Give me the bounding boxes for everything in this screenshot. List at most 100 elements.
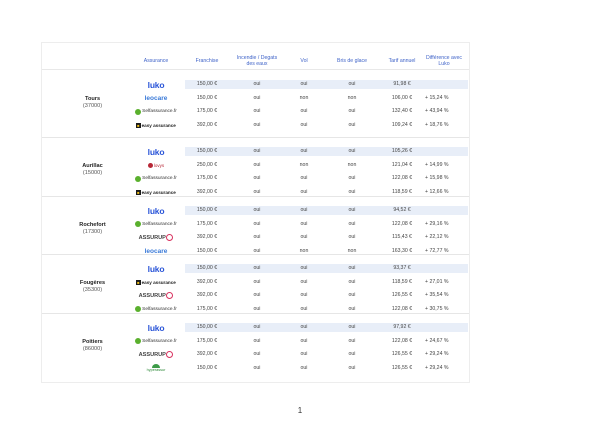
assurup-wordmark: ASSURUP [139, 351, 174, 358]
page-number: 1 [297, 406, 303, 415]
difference-cell: + 72,77 % [425, 247, 449, 254]
easyassurance-icon: ■ [136, 189, 141, 195]
franchise-cell: 150,00 € [196, 148, 218, 154]
vol-cell: oui [300, 108, 308, 114]
franchise-cell: 392,00 € [196, 234, 218, 240]
difference-cell: + 15,98 % [425, 175, 449, 181]
tarif-cell: 163,30 € [391, 247, 413, 254]
incendie-cell: oui [253, 351, 261, 357]
vol-cell: non [299, 161, 309, 168]
assurup-text: ASSURUP [138, 234, 166, 241]
hyperassur-wordmark: hyperassur [146, 364, 166, 372]
table-row: ASSURUP 392,00 € oui oui oui 126,55 € + 29,24 … [42, 348, 469, 361]
selfassurance-text: Selfassurance.fr [142, 338, 177, 344]
bris-cell: oui [348, 220, 356, 227]
tarif-cell: 91,98 € [393, 81, 411, 87]
difference-cell: + 27,01 % [425, 278, 449, 285]
tarif-cell: 122,08 € [391, 220, 413, 227]
easyassurance-text: easy assurance [141, 279, 176, 285]
hyperassur-logo: hyperassur [128, 362, 184, 375]
incendie-cell: oui [253, 175, 261, 181]
easyassurance-icon: ■ [136, 279, 141, 285]
header-tarif: Tarif annuel [388, 58, 416, 64]
tarif-cell: 115,43 € [392, 234, 412, 240]
table-row: Selfassurance.fr 175,00 € oui oui oui 122,08 … [42, 218, 469, 231]
vol-cell: oui [300, 337, 308, 344]
bris-cell: oui [348, 234, 356, 240]
tarif-cell: 122,08 € [391, 175, 413, 181]
tarif-cell: 126,55 € [391, 351, 413, 357]
easyassurance-wordmark: ■ easy assurance [136, 279, 176, 285]
difference-cell [425, 321, 463, 334]
incendie-cell: oui [253, 364, 261, 371]
franchise-cell: 175,00 € [196, 175, 218, 181]
tarif-cell: 126,55 € [391, 292, 413, 298]
assurup-logo: ASSURUP [128, 231, 184, 244]
leocare-logo: leocare [128, 245, 184, 258]
franchise-cell: 150,00 € [196, 247, 218, 254]
assurup-wordmark: ASSURUP [139, 234, 174, 241]
luko-wordmark: luko [147, 146, 165, 157]
hyperassur-text: hyperassur [146, 368, 166, 372]
bris-cell: oui [348, 175, 356, 181]
easyassurance-wordmark: ■ easy assurance [136, 189, 176, 195]
table-row: ■ easy assurance 392,00 € oui oui oui 118,59 €… [42, 276, 469, 289]
difference-cell [425, 145, 463, 158]
table-row: ■ easy assurance 392,00 € oui oui oui 109,24 €… [42, 119, 469, 132]
table-row: hyperassur 150,00 € oui oui oui 126,55 € + 29,… [42, 362, 469, 375]
vol-cell: oui [300, 148, 308, 154]
table-row: Selfassurance.fr 175,00 € oui oui oui 122,08 … [42, 172, 469, 185]
easyassurance-logo: ■ easy assurance [128, 276, 184, 289]
incendie-cell: oui [253, 324, 261, 330]
incendie-cell: oui [253, 247, 261, 254]
tarif-cell: 132,40 € [391, 108, 413, 114]
header-vol: Vol [300, 58, 308, 64]
assurup-ring-icon [166, 351, 174, 358]
luko-logo: luko [128, 78, 184, 91]
table-row: luko 150,00 € oui oui oui 91,98 € [42, 78, 469, 91]
bris-cell: oui [348, 121, 356, 128]
selfassurance-wordmark: Selfassurance.fr [135, 338, 177, 344]
franchise-cell: 175,00 € [196, 337, 218, 344]
tarif-cell: 106,00 € [391, 94, 413, 101]
difference-cell: + 24,67 % [425, 337, 449, 344]
vol-cell: oui [300, 81, 308, 87]
table-row: luko 150,00 € oui oui oui 94,52 € [42, 204, 469, 217]
tarif-cell: 94,52 € [393, 207, 411, 213]
selfassurance-icon [135, 175, 142, 182]
assurup-logo: ASSURUP [128, 348, 184, 361]
selfassurance-text: Selfassurance.fr [142, 109, 177, 114]
easyassurance-text: easy assurance [141, 189, 176, 195]
difference-cell: + 22,12 % [425, 234, 449, 240]
selfassurance-text: Selfassurance.fr [142, 221, 177, 227]
selfassurance-logo: Selfassurance.fr [128, 335, 184, 348]
easyassurance-logo: ■ easy assurance [128, 119, 184, 132]
vol-cell: oui [300, 220, 308, 227]
assurup-logo: ASSURUP [128, 289, 184, 302]
vol-cell: oui [300, 292, 308, 298]
comparison-table: Assurance Franchise Incendie / Degats de… [41, 42, 470, 383]
table-row: leocare 150,00 € oui non non 163,30 € + 72,77 … [42, 245, 469, 258]
franchise-cell: 392,00 € [196, 292, 218, 298]
difference-cell: + 29,24 % [425, 351, 449, 357]
selfassurance-wordmark: Selfassurance.fr [135, 306, 177, 312]
lovys-heart-icon [147, 162, 153, 168]
assurup-text: ASSURUP [138, 351, 166, 358]
incendie-cell: oui [253, 337, 261, 344]
vol-cell: oui [300, 351, 308, 357]
group-divider [42, 196, 469, 197]
table-row: luko 150,00 € oui oui oui 93,37 € [42, 262, 469, 275]
selfassurance-icon [135, 338, 142, 344]
incendie-cell: oui [253, 148, 261, 154]
header-incendie: Incendie / Degats des eaux [236, 55, 278, 67]
luko-logo: luko [128, 262, 184, 275]
table-row: Selfassurance.fr 175,00 € oui oui oui 132,40 … [42, 105, 469, 118]
bris-cell: oui [348, 292, 356, 298]
difference-cell: + 43,94 % [425, 108, 449, 114]
bris-cell: non [347, 94, 357, 101]
tarif-cell: 126,55 € [391, 364, 413, 371]
vol-cell: non [299, 247, 309, 254]
selfassurance-text: Selfassurance.fr [142, 176, 177, 181]
luko-wordmark: luko [147, 322, 165, 333]
header-assurance: Assurance [143, 58, 169, 64]
